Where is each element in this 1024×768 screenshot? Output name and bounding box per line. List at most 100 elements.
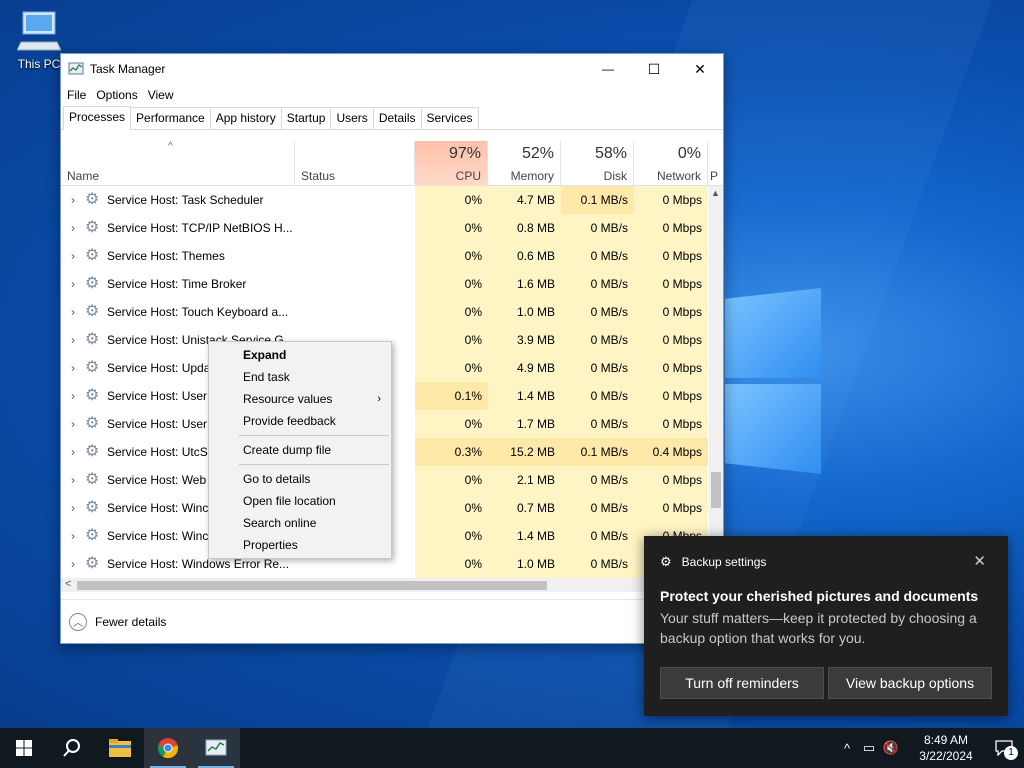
chevron-right-icon[interactable]: ›	[61, 522, 85, 550]
process-network: 0 Mbps	[634, 186, 708, 214]
toast-app-name: Backup settings	[681, 555, 767, 569]
title-bar[interactable]: Task Manager — ☐ ✕	[61, 54, 723, 84]
chevron-right-icon[interactable]: ›	[61, 214, 85, 242]
volume-muted-icon[interactable]: 🔇	[880, 740, 902, 756]
close-button[interactable]: ✕	[677, 54, 723, 84]
process-memory: 1.0 MB	[488, 550, 561, 578]
scroll-up-icon[interactable]: ▲	[711, 188, 720, 198]
menu-item-open-file-location[interactable]: Open file location	[209, 490, 391, 512]
process-disk: 0 MB/s	[561, 466, 634, 494]
task-manager-icon	[68, 62, 84, 75]
chevron-right-icon[interactable]: ›	[61, 494, 85, 522]
chevron-up-icon[interactable]: ^	[836, 741, 858, 756]
tab-details[interactable]: Details	[372, 107, 422, 129]
process-network: 0.4 Mbps	[634, 438, 708, 466]
taskbar: ^ ▭ 🔇 8:49 AM 3/22/2024 1	[0, 728, 1024, 768]
close-icon[interactable]: ✕	[973, 552, 986, 570]
process-cpu: 0%	[415, 466, 488, 494]
chevron-right-icon[interactable]: ›	[61, 410, 85, 438]
menu-item-end-task[interactable]: End task	[209, 366, 391, 388]
menu-item-provide-feedback[interactable]: Provide feedback	[209, 410, 391, 432]
process-disk: 0 MB/s	[561, 410, 634, 438]
tab-app-history[interactable]: App history	[209, 107, 282, 129]
column-memory-label: Memory	[510, 169, 554, 183]
cpu-total: 97%	[448, 145, 481, 162]
task-manager-taskbar-button[interactable]	[192, 728, 240, 768]
menu-options[interactable]: Options	[94, 88, 145, 102]
table-row[interactable]: › ⚙ Service Host: TCP/IP NetBIOS H... 0% 0.8…	[61, 214, 709, 242]
vertical-scroll-thumb[interactable]	[711, 472, 721, 508]
tab-services[interactable]: Services	[420, 107, 479, 129]
column-power[interactable]: P	[708, 141, 723, 186]
vertical-scrollbar[interactable]: ▲	[709, 186, 723, 578]
table-row[interactable]: › ⚙ Service Host: Time Broker 0% 1.6 MB 0 MB/…	[61, 270, 709, 298]
process-status	[295, 298, 415, 326]
context-menu: Expand End task Resource values › Provid…	[208, 341, 392, 559]
menu-item-resource-values[interactable]: Resource values ›	[209, 388, 391, 410]
table-row[interactable]: › ⚙ Service Host: Touch Keyboard a... 0% 1.0…	[61, 298, 709, 326]
table-row[interactable]: › ⚙ Service Host: Task Scheduler 0% 4.7 MB 0.…	[61, 186, 709, 214]
process-network: 0 Mbps	[634, 326, 708, 354]
menu-item-create-dump[interactable]: Create dump file	[209, 439, 391, 461]
chevron-right-icon[interactable]: ›	[61, 326, 85, 354]
chrome-button[interactable]	[144, 728, 192, 768]
file-explorer-button[interactable]	[96, 728, 144, 768]
process-cpu: 0%	[415, 214, 488, 242]
turn-off-reminders-button[interactable]: Turn off reminders	[660, 667, 824, 699]
horizontal-scroll-thumb[interactable]	[77, 581, 547, 590]
menu-item-go-to-details[interactable]: Go to details	[209, 468, 391, 490]
toast-title: Protect your cherished pictures and docu…	[660, 588, 979, 604]
menu-file[interactable]: File	[67, 88, 94, 102]
tab-processes[interactable]: Processes	[63, 106, 132, 130]
chevron-up-icon[interactable]: ︿	[69, 612, 87, 631]
view-backup-options-button[interactable]: View backup options	[828, 667, 992, 699]
column-name[interactable]: Name	[61, 141, 295, 186]
process-cpu: 0%	[415, 550, 488, 578]
chevron-right-icon[interactable]: ›	[61, 438, 85, 466]
start-button[interactable]	[0, 728, 48, 768]
menu-view[interactable]: View	[146, 88, 182, 102]
process-memory: 1.4 MB	[488, 522, 561, 550]
tab-performance[interactable]: Performance	[130, 107, 211, 129]
system-tray: ^ ▭ 🔇 8:49 AM 3/22/2024 1	[836, 728, 1024, 768]
column-memory[interactable]: 52% Memory	[488, 141, 561, 186]
chevron-right-icon[interactable]: ›	[61, 270, 85, 298]
clock[interactable]: 8:49 AM 3/22/2024	[908, 732, 984, 764]
minimize-button[interactable]: —	[585, 54, 631, 84]
process-disk: 0 MB/s	[561, 522, 634, 550]
chevron-right-icon[interactable]: ›	[61, 550, 85, 578]
column-status-label: Status	[301, 169, 336, 183]
menu-item-search-online[interactable]: Search online	[209, 512, 391, 534]
chevron-right-icon[interactable]: ›	[61, 466, 85, 494]
search-button[interactable]	[48, 728, 96, 768]
process-disk: 0 MB/s	[561, 214, 634, 242]
process-cpu: 0%	[415, 410, 488, 438]
process-network: 0 Mbps	[634, 382, 708, 410]
column-network-label: Network	[656, 169, 701, 183]
tab-users[interactable]: Users	[330, 107, 374, 129]
fewer-details-link[interactable]: Fewer details	[95, 615, 166, 629]
column-network[interactable]: 0% Network	[634, 141, 708, 186]
action-center-button[interactable]: 1	[984, 728, 1024, 768]
table-row[interactable]: › ⚙ Service Host: Themes 0% 0.6 MB 0 MB/s 0 Mb…	[61, 242, 709, 270]
tab-strip: Processes Performance App history Startu…	[61, 106, 723, 130]
chevron-right-icon[interactable]: ›	[61, 382, 85, 410]
column-status[interactable]: Status	[295, 141, 415, 186]
horizontal-scrollbar[interactable]: <	[61, 578, 723, 592]
chevron-right-icon[interactable]: ›	[61, 298, 85, 326]
menu-bar: File Options View	[61, 84, 723, 106]
menu-item-expand[interactable]: Expand	[209, 344, 391, 366]
disk-total: 58%	[594, 145, 627, 162]
notification-badge: 1	[1004, 746, 1018, 760]
network-icon[interactable]: ▭	[858, 740, 880, 756]
column-disk[interactable]: 58% Disk	[561, 141, 634, 186]
chevron-right-icon[interactable]: ›	[61, 354, 85, 382]
scroll-left-icon[interactable]: <	[65, 578, 71, 590]
tab-startup[interactable]: Startup	[280, 107, 332, 129]
chevron-right-icon[interactable]: ›	[61, 242, 85, 270]
gear-icon: ⚙	[85, 219, 100, 236]
maximize-button[interactable]: ☐	[631, 54, 677, 84]
chevron-right-icon[interactable]: ›	[61, 186, 85, 214]
column-cpu[interactable]: 97% CPU	[415, 141, 488, 186]
menu-item-properties[interactable]: Properties	[209, 534, 391, 556]
